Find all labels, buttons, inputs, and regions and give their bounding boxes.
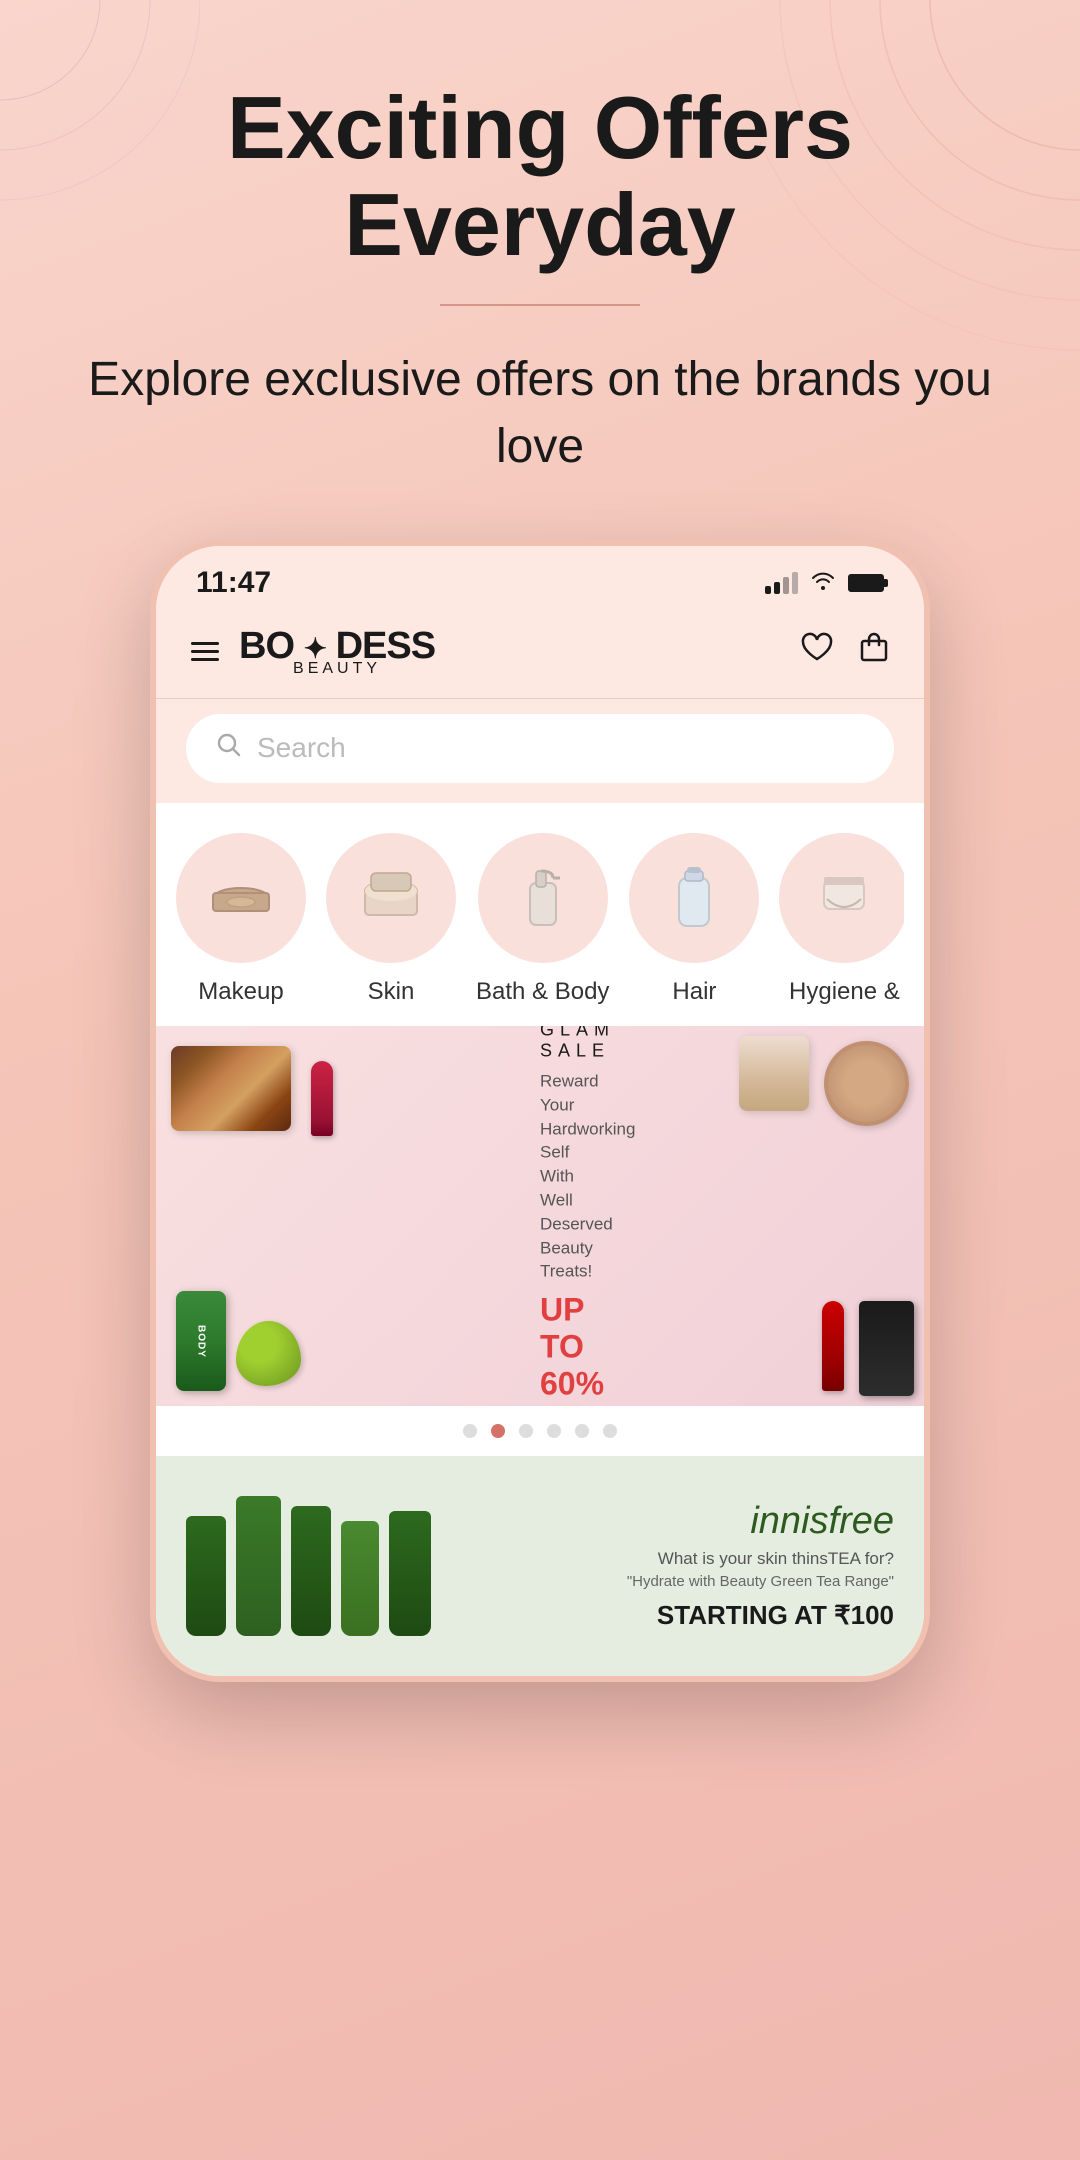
mascara-right bbox=[822, 1301, 844, 1391]
bottle-5 bbox=[389, 1511, 431, 1636]
category-hair[interactable]: Hair bbox=[629, 833, 759, 1006]
signal-icon bbox=[765, 572, 798, 594]
category-circle-hair bbox=[629, 833, 759, 963]
face-scrub-right bbox=[859, 1301, 914, 1396]
innisfree-tagline: What is your skin thinsTEA for? bbox=[451, 1549, 894, 1569]
search-section: Search bbox=[156, 699, 924, 803]
category-label-bath: Bath & Body bbox=[476, 978, 609, 1006]
category-hygiene[interactable]: Hygiene & bbox=[779, 833, 904, 1006]
battery-icon bbox=[848, 574, 884, 592]
avocado bbox=[236, 1321, 301, 1386]
search-icon bbox=[216, 732, 242, 765]
app-logo: BO ✦ DESS BEAUTY bbox=[239, 625, 435, 678]
category-circle-bath bbox=[478, 833, 608, 963]
bottle-4 bbox=[341, 1521, 379, 1636]
dot-1[interactable] bbox=[463, 1424, 477, 1438]
hero-title: Exciting Offers Everyday bbox=[60, 80, 1020, 274]
category-bath-body[interactable]: Bath & Body bbox=[476, 833, 609, 1006]
eyeshadow-palette bbox=[171, 1046, 291, 1131]
header-left: BO ✦ DESS BEAUTY bbox=[191, 625, 435, 678]
phone-mockup: 11:47 bbox=[150, 540, 930, 1682]
wishlist-icon[interactable] bbox=[800, 632, 834, 670]
hero-divider bbox=[440, 304, 640, 306]
status-time: 11:47 bbox=[196, 566, 271, 600]
wifi-icon bbox=[810, 569, 836, 597]
menu-button[interactable] bbox=[191, 642, 219, 661]
cart-icon[interactable] bbox=[859, 631, 889, 671]
dot-2[interactable] bbox=[491, 1424, 505, 1438]
category-circle-skin bbox=[326, 833, 456, 963]
compact-right bbox=[824, 1041, 909, 1126]
innisfree-section: innisfree What is your skin thinsTEA for… bbox=[156, 1456, 924, 1676]
phone-wrapper: 11:47 bbox=[0, 520, 1080, 1682]
category-label-hygiene: Hygiene & bbox=[789, 978, 900, 1006]
banner-center: PAY|DAY GLAM SALE Reward Your Hardworkin… bbox=[320, 1026, 760, 1406]
green-bottle-left: BODY bbox=[176, 1291, 226, 1391]
bottle-1 bbox=[186, 1516, 226, 1636]
dot-6[interactable] bbox=[603, 1424, 617, 1438]
banner-dots bbox=[156, 1406, 924, 1456]
bottle-3 bbox=[291, 1506, 331, 1636]
hero-subtitle: Explore exclusive offers on the brands y… bbox=[60, 346, 1020, 480]
hero-section: Exciting Offers Everyday Explore exclusi… bbox=[0, 0, 1080, 520]
category-skin[interactable]: Skin bbox=[326, 833, 456, 1006]
category-makeup[interactable]: Makeup bbox=[176, 833, 306, 1006]
dot-3[interactable] bbox=[519, 1424, 533, 1438]
dot-5[interactable] bbox=[575, 1424, 589, 1438]
innisfree-info: innisfree What is your skin thinsTEA for… bbox=[451, 1500, 894, 1631]
innisfree-products bbox=[186, 1496, 431, 1636]
dot-4[interactable] bbox=[547, 1424, 561, 1438]
category-label-skin: Skin bbox=[368, 978, 415, 1006]
bottle-2 bbox=[236, 1496, 281, 1636]
innisfree-brand: innisfree bbox=[451, 1500, 894, 1543]
categories-section: Makeup Skin bbox=[156, 803, 924, 1026]
banner-section: BODY PAY|DAY GLAM SALE bbox=[156, 1026, 924, 1406]
categories-row: Makeup Skin bbox=[176, 833, 904, 1006]
category-label-hair: Hair bbox=[672, 978, 716, 1006]
innisfree-subtitle: "Hydrate with Beauty Green Tea Range" bbox=[451, 1573, 894, 1590]
app-content: Makeup Skin bbox=[156, 803, 924, 1676]
app-header: BO ✦ DESS BEAUTY bbox=[156, 610, 924, 699]
category-circle-hygiene bbox=[779, 833, 904, 963]
category-circle-makeup bbox=[176, 833, 306, 963]
header-right bbox=[800, 631, 889, 671]
innisfree-price: STARTING AT ₹100 bbox=[451, 1600, 894, 1631]
category-label-makeup: Makeup bbox=[198, 978, 283, 1006]
search-placeholder: Search bbox=[257, 732, 346, 764]
status-bar: 11:47 bbox=[156, 546, 924, 610]
status-icons bbox=[765, 569, 884, 597]
search-bar[interactable]: Search bbox=[186, 714, 894, 783]
